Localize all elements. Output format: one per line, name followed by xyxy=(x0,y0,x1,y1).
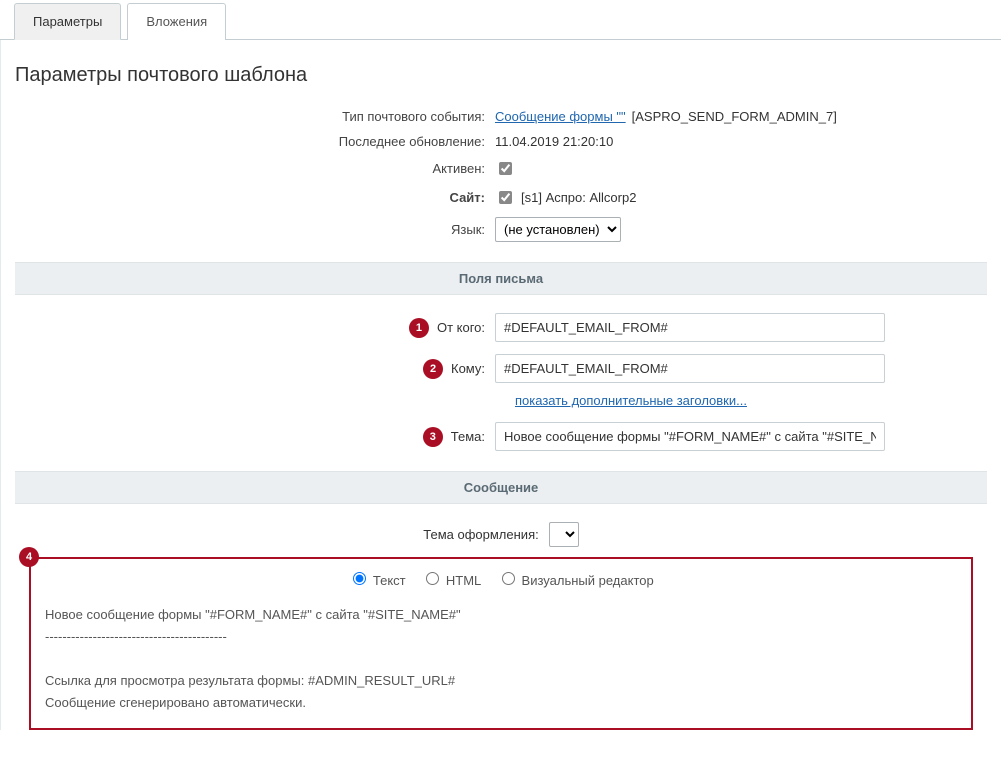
radio-mode-visual-label[interactable]: Визуальный редактор xyxy=(497,573,654,588)
input-to[interactable] xyxy=(495,354,885,383)
label-to: Кому: xyxy=(451,361,485,376)
message-body[interactable]: Новое сообщение формы "#FORM_NAME#" с са… xyxy=(31,596,971,728)
editor-mode-row: Текст HTML Визуальный редактор xyxy=(31,559,971,596)
badge-2: 2 xyxy=(423,359,443,379)
badge-4: 4 xyxy=(19,547,39,567)
radio-mode-html[interactable] xyxy=(426,572,439,585)
label-lang: Язык: xyxy=(15,222,495,237)
value-last-update: 11.04.2019 21:20:10 xyxy=(495,134,987,149)
value-site: [s1] Аспро: Allcorp2 xyxy=(495,188,987,207)
label-active: Активен: xyxy=(15,161,495,176)
site-name: [s1] Аспро: Allcorp2 xyxy=(521,190,636,205)
label-subject: Тема: xyxy=(451,429,485,444)
select-lang[interactable]: (не установлен) xyxy=(495,217,621,242)
input-from[interactable] xyxy=(495,313,885,342)
tabs-bar: Параметры Вложения xyxy=(0,2,1001,40)
label-from: От кого: xyxy=(437,320,485,335)
checkbox-site-s1[interactable] xyxy=(499,191,512,204)
editor-box: 4 Текст HTML Визуальный редактор Новое с… xyxy=(29,557,973,730)
radio-mode-text[interactable] xyxy=(353,572,366,585)
radio-mode-text-label[interactable]: Текст xyxy=(348,573,405,588)
select-theme[interactable] xyxy=(549,522,579,547)
link-event-type[interactable]: Сообщение формы "" xyxy=(495,109,626,124)
label-last-update: Последнее обновление: xyxy=(15,134,495,149)
input-subject[interactable] xyxy=(495,422,885,451)
label-theme: Тема оформления: xyxy=(423,527,538,542)
page-title: Параметры почтового шаблона xyxy=(15,64,987,87)
value-active xyxy=(495,159,987,178)
radio-mode-html-label[interactable]: HTML xyxy=(421,573,481,588)
checkbox-active[interactable] xyxy=(499,162,512,175)
tab-params[interactable]: Параметры xyxy=(14,3,121,40)
radio-mode-visual[interactable] xyxy=(502,572,515,585)
label-event-type: Тип почтового события: xyxy=(15,109,495,124)
badge-1: 1 xyxy=(409,318,429,338)
link-additional-headers[interactable]: показать дополнительные заголовки... xyxy=(515,393,747,408)
event-type-code: [ASPRO_SEND_FORM_ADMIN_7] xyxy=(632,109,837,124)
value-event-type: Сообщение формы "" [ASPRO_SEND_FORM_ADMI… xyxy=(495,109,987,124)
tab-attachments[interactable]: Вложения xyxy=(127,3,226,40)
section-message: Сообщение xyxy=(15,471,987,504)
label-site: Сайт: xyxy=(15,190,495,205)
badge-3: 3 xyxy=(423,427,443,447)
section-letter-fields: Поля письма xyxy=(15,262,987,295)
